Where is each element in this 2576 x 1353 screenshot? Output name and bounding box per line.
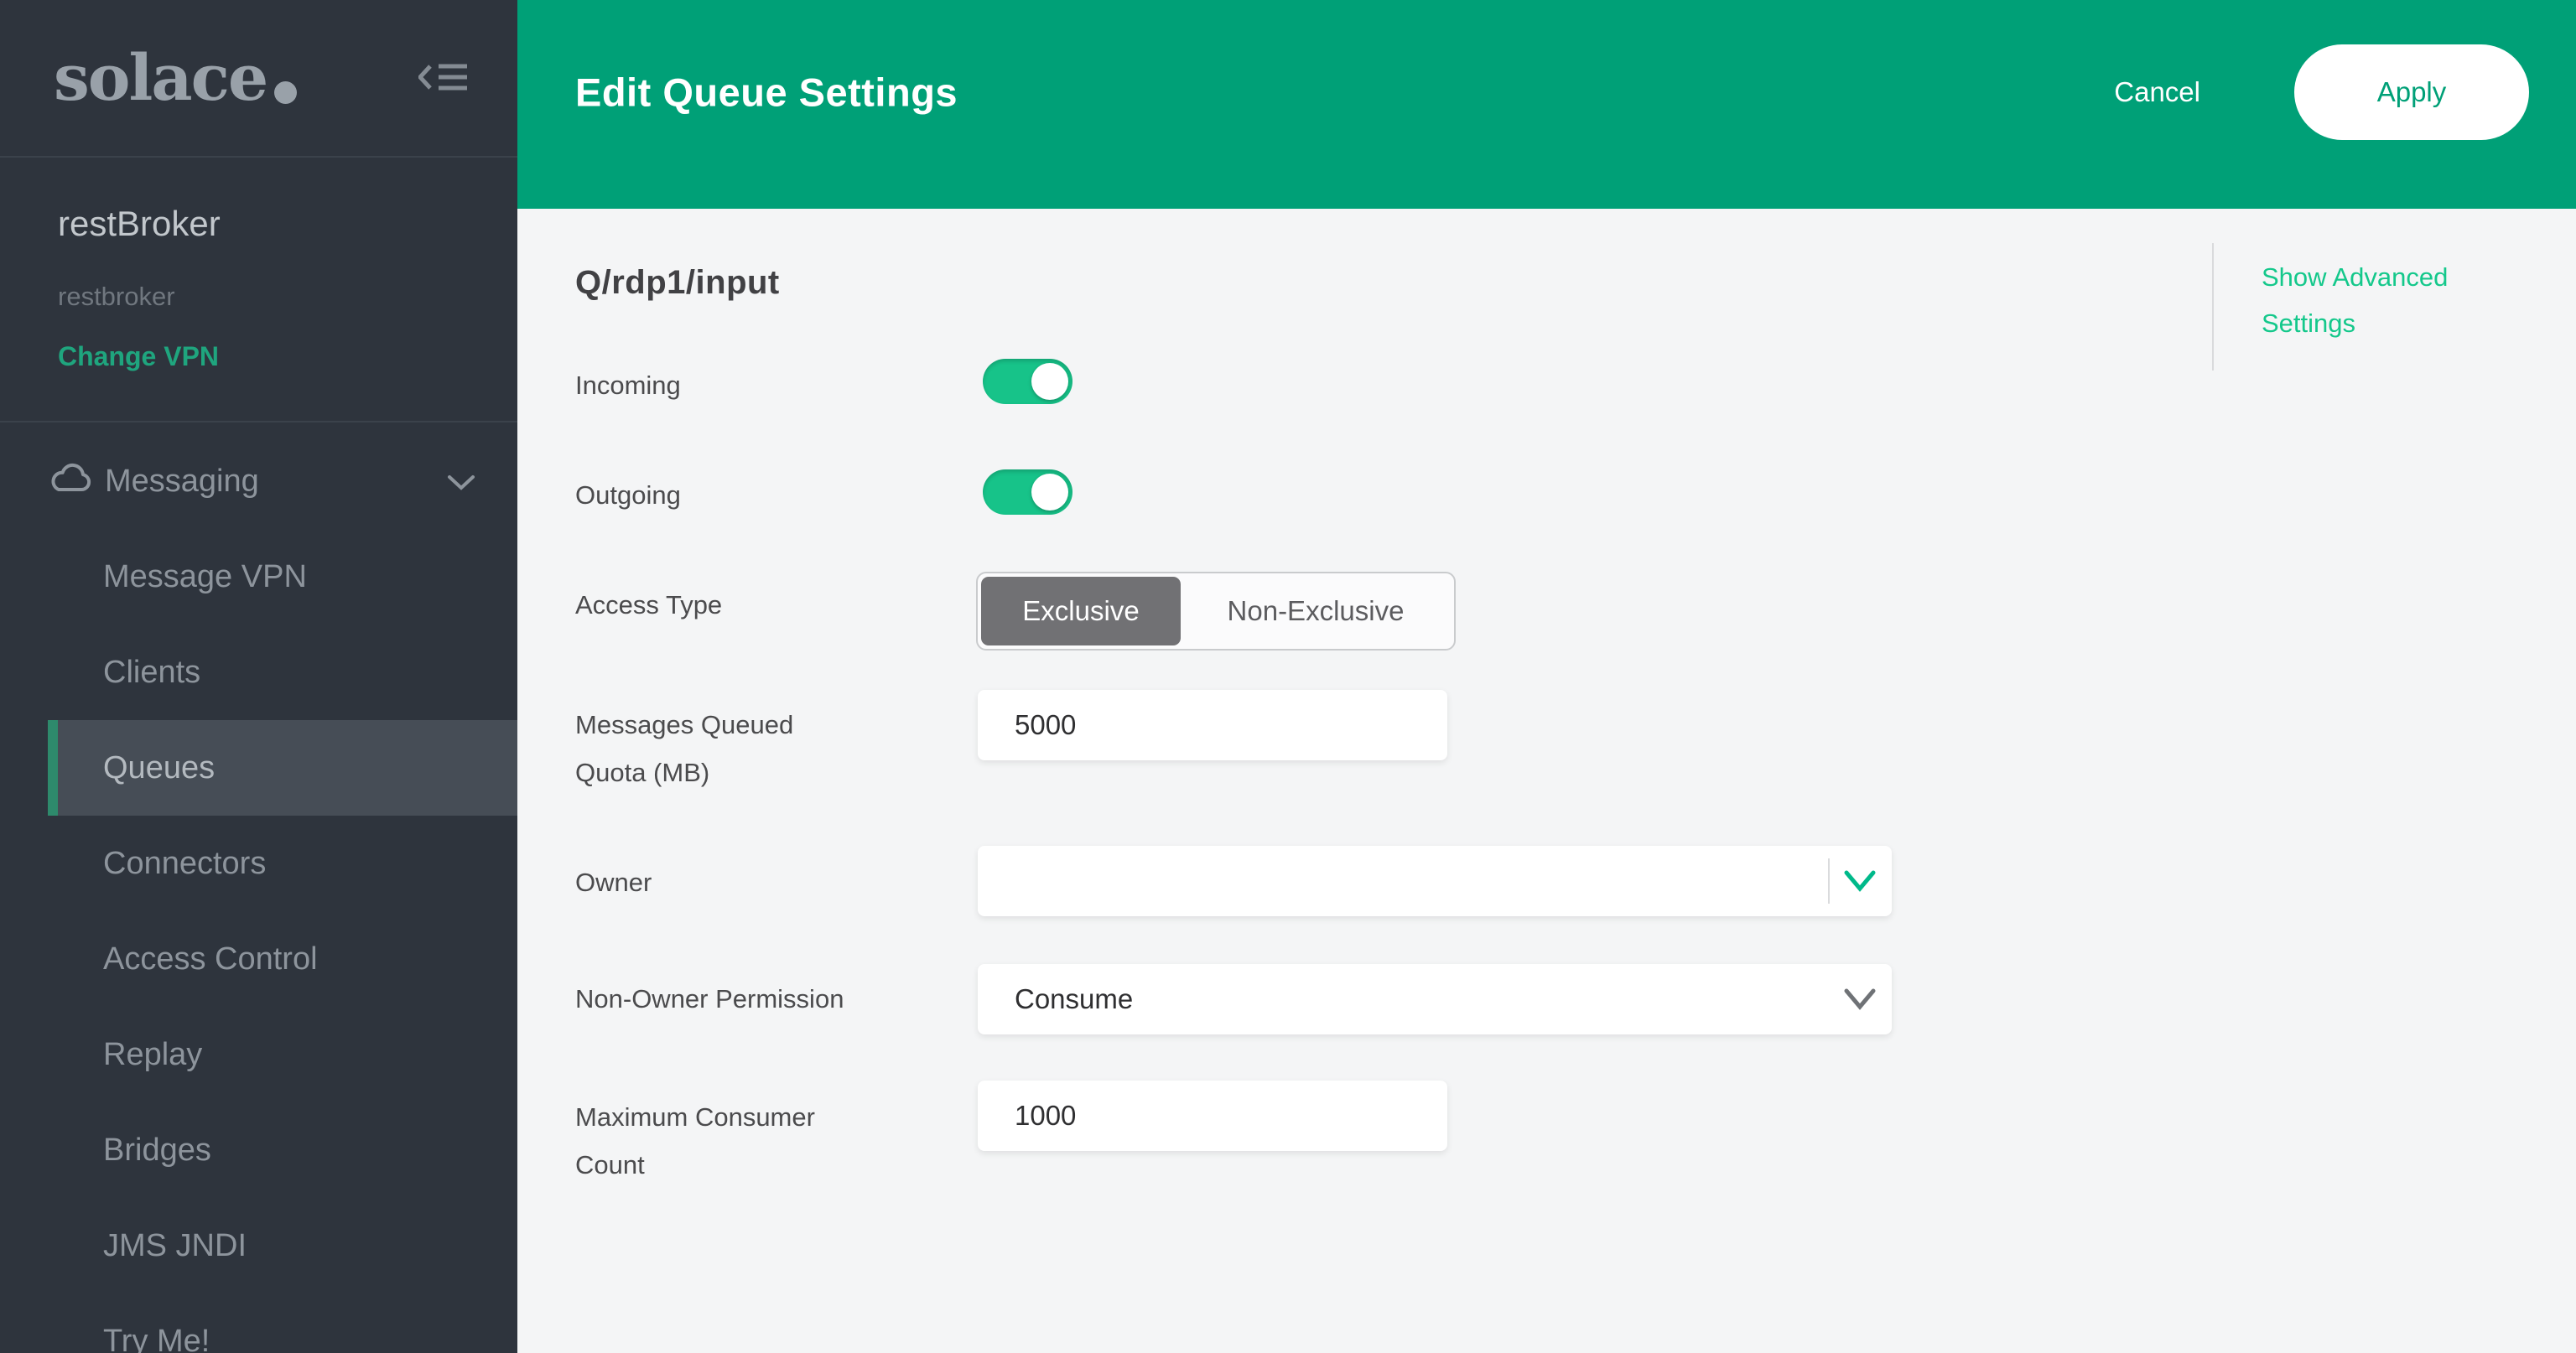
sidebar-item-message-vpn[interactable]: Message VPN xyxy=(0,529,517,625)
owner-combobox[interactable] xyxy=(978,846,1892,916)
sidebar-item-clients[interactable]: Clients xyxy=(0,625,517,720)
show-advanced-settings-link[interactable]: Show Advanced Settings xyxy=(2262,254,2521,371)
non-owner-permission-label: Non-Owner Permission xyxy=(575,975,860,1023)
solace-logo: solace xyxy=(54,46,297,110)
access-type-label: Access Type xyxy=(575,581,860,629)
incoming-toggle[interactable] xyxy=(983,359,1072,404)
sidebar-item-label: Bridges xyxy=(103,1133,211,1169)
sidebar-item-bridges[interactable]: Bridges xyxy=(0,1102,517,1198)
sidebar-section-label: Messaging xyxy=(105,464,259,500)
owner-label: Owner xyxy=(575,858,860,906)
sidebar-item-label: Message VPN xyxy=(103,559,307,595)
solace-logo-text: solace xyxy=(54,46,267,110)
messages-queued-quota-label: Messages Queued Quota (MB) xyxy=(575,701,860,796)
non-owner-permission-select[interactable]: Consume xyxy=(978,964,1892,1034)
collapse-sidebar-icon xyxy=(418,61,469,96)
sidebar-item-label: Try Me! xyxy=(103,1324,210,1353)
apply-button[interactable]: Apply xyxy=(2294,44,2529,140)
pubsub-manager-app: solace restBroker restbroker Change VPN xyxy=(0,0,2576,1353)
edit-queue-form: Q/rdp1/input Show Advanced Settings Inco… xyxy=(517,209,2576,1353)
edit-queue-header: Edit Queue Settings Cancel Apply xyxy=(517,0,2576,209)
sidebar-item-connectors[interactable]: Connectors xyxy=(0,816,517,911)
chevron-down-icon xyxy=(1843,988,1877,1010)
sidebar-item-label: Replay xyxy=(103,1037,202,1073)
change-vpn-link[interactable]: Change VPN xyxy=(58,341,219,372)
sidebar-item-label: Clients xyxy=(103,655,200,691)
sidebar-header: solace xyxy=(0,0,517,158)
sidebar-menu: Messaging Message VPN Clients Queues Con… xyxy=(0,433,517,1353)
advanced-divider xyxy=(2212,243,2214,371)
sidebar-item-try-me[interactable]: Try Me! xyxy=(0,1293,517,1353)
owner-input[interactable] xyxy=(978,846,1828,916)
cancel-button[interactable]: Cancel xyxy=(2114,76,2200,108)
sidebar-item-label: JMS JNDI xyxy=(103,1228,247,1264)
toggle-knob xyxy=(1031,474,1068,511)
vpn-name: restbroker xyxy=(58,282,175,312)
chevron-down-icon xyxy=(1843,870,1877,892)
outgoing-label: Outgoing xyxy=(575,471,860,519)
max-consumer-count-label: Maximum Consumer Count xyxy=(575,1093,860,1189)
incoming-label: Incoming xyxy=(575,361,860,409)
access-type-segmented: Exclusive Non-Exclusive xyxy=(976,572,1456,651)
advanced-settings-block: Show Advanced Settings xyxy=(2212,243,2521,371)
sidebar-item-jms-jndi[interactable]: JMS JNDI xyxy=(0,1198,517,1293)
messages-queued-quota-input[interactable] xyxy=(978,690,1447,760)
toggle-knob xyxy=(1031,363,1068,400)
page-title: Edit Queue Settings xyxy=(575,70,958,116)
sidebar-item-access-control[interactable]: Access Control xyxy=(0,911,517,1007)
queue-name: Q/rdp1/input xyxy=(575,264,780,302)
chevron-down-icon xyxy=(447,464,475,500)
sidebar-section-messaging[interactable]: Messaging xyxy=(0,433,517,529)
access-type-option-non-exclusive[interactable]: Non-Exclusive xyxy=(1181,595,1451,627)
sidebar-item-label: Queues xyxy=(103,750,215,786)
outgoing-toggle[interactable] xyxy=(983,469,1072,515)
sidebar-item-queues[interactable]: Queues xyxy=(48,720,517,816)
solace-logo-dot-icon xyxy=(274,81,297,104)
collapse-sidebar-button[interactable] xyxy=(417,58,470,98)
sidebar-divider xyxy=(0,421,517,422)
combobox-divider xyxy=(1828,858,1830,904)
cloud-icon xyxy=(48,462,91,500)
max-consumer-count-input[interactable] xyxy=(978,1081,1447,1151)
access-type-option-exclusive[interactable]: Exclusive xyxy=(981,577,1181,645)
sidebar-item-replay[interactable]: Replay xyxy=(0,1007,517,1102)
sidebar: solace restBroker restbroker Change VPN xyxy=(0,0,517,1353)
sidebar-item-label: Connectors xyxy=(103,846,266,882)
sidebar-item-label: Access Control xyxy=(103,941,318,977)
non-owner-permission-value: Consume xyxy=(978,983,1843,1015)
broker-name: restBroker xyxy=(58,204,221,244)
